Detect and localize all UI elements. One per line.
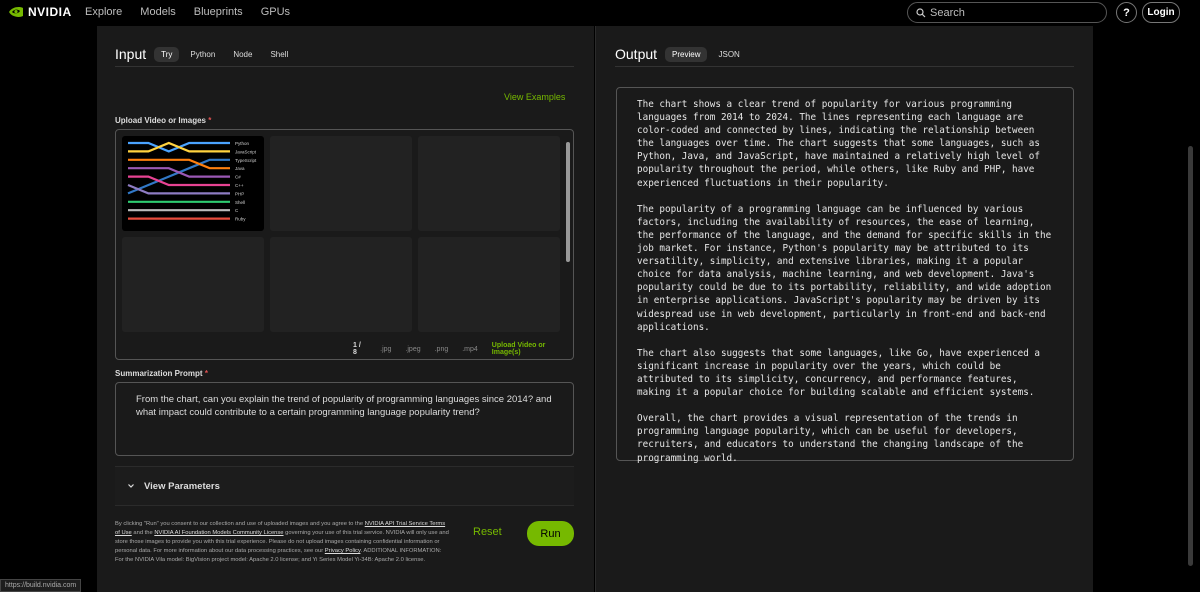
output-panel: Output Preview JSON The chart shows a cl… (595, 26, 1093, 592)
view-parameters-label: View Parameters (144, 480, 220, 492)
run-button[interactable]: Run (527, 521, 574, 546)
format-png: .png (434, 345, 449, 353)
nav-blueprints[interactable]: Blueprints (194, 6, 243, 18)
required-mark: * (204, 369, 208, 378)
upload-dropzone[interactable]: Python JavaScript TypeScript Java C# C++ PHP Sh… (115, 129, 574, 360)
page-count: 1 / 8 (353, 342, 361, 356)
required-mark: * (208, 116, 212, 125)
tab-shell[interactable]: Shell (263, 47, 295, 62)
search-input[interactable] (930, 6, 1100, 19)
thumbnail-legend-label: Shell (235, 200, 245, 205)
thumbnail-line (128, 167, 230, 178)
format-mp4: .mp4 (462, 345, 478, 353)
view-parameters-toggle[interactable]: View Parameters (115, 466, 574, 506)
upload-footer: 1 / 8 .jpg .jpeg .png .mp4 Upload Video … (353, 342, 573, 356)
image-slot[interactable] (122, 237, 264, 332)
output-header-divider (615, 66, 1074, 67)
thumbnail-legend-label: Python (235, 141, 250, 146)
nav-gpus[interactable]: GPUs (261, 6, 290, 18)
output-paragraph: Overall, the chart provides a visual rep… (637, 413, 1024, 464)
status-url: https://build.nvidia.com (0, 579, 82, 592)
image-slot[interactable] (418, 136, 560, 231)
input-panel: Input Try Python Node Shell View Example… (97, 26, 594, 592)
privacy-policy-link[interactable]: Privacy Policy (325, 548, 361, 554)
nvidia-eye-icon (9, 7, 23, 17)
chart-thumbnail: Python JavaScript TypeScript Java C# C++ PHP Sh… (127, 141, 257, 222)
legal-notice: By clicking "Run" you consent to our col… (115, 521, 449, 563)
thumbnail-legend-label: JavaScript (235, 149, 257, 154)
chevron-down-icon (128, 484, 134, 488)
thumbnail-legend-label: C# (235, 175, 241, 180)
image-slot[interactable] (418, 237, 560, 332)
image-slot[interactable] (270, 136, 412, 231)
grid-scrollbar[interactable] (565, 136, 571, 326)
output-paragraph: The chart also suggests that some langua… (637, 347, 1040, 399)
thumbnail-legend-label: Java (235, 166, 245, 171)
input-title: Input (115, 46, 147, 62)
tab-try[interactable]: Try (154, 46, 180, 62)
thumbnail-legend-label: C (235, 208, 239, 213)
tab-python[interactable]: Python (183, 47, 222, 62)
nav-models[interactable]: Models (140, 6, 175, 18)
nvidia-logo[interactable]: NVIDIA (8, 5, 72, 19)
format-jpeg: .jpeg (405, 345, 421, 353)
output-title: Output (615, 46, 658, 62)
thumbnail-legend-label: PHP (235, 191, 244, 196)
tab-preview[interactable]: Preview (665, 46, 708, 62)
tab-node[interactable]: Node (226, 47, 259, 62)
upload-label: Upload Video or Images * (115, 116, 212, 125)
page-right-margin (1093, 26, 1200, 592)
upload-button[interactable]: Upload Video or Image(s) (492, 342, 573, 356)
search-box[interactable] (907, 2, 1107, 23)
thumbnail-legend-label: TypeScript (235, 158, 257, 163)
scrollbar-thumb[interactable] (566, 142, 570, 262)
thumbnail-legend-label: Ruby (235, 217, 246, 222)
thumbnail-line (128, 175, 230, 187)
top-nav: NVIDIA Explore Models Blueprints GPUs ? … (0, 0, 1200, 26)
thumbnail-line (128, 158, 230, 170)
format-jpg: .jpg (380, 345, 392, 353)
reset-button[interactable]: Reset (473, 526, 502, 538)
uploaded-image-thumbnail[interactable]: Python JavaScript TypeScript Java C# C++ PHP Sh… (122, 136, 264, 231)
thumbnail-line (128, 141, 230, 153)
prompt-textarea[interactable]: From the chart, can you explain the tren… (115, 382, 574, 456)
output-paragraph: The popularity of a programming language… (637, 203, 1052, 333)
thumbnail-legend-label: C++ (235, 183, 244, 188)
community-license-link[interactable]: NVIDIA AI Foundation Models Community Li… (154, 530, 283, 536)
image-slot[interactable] (270, 237, 412, 332)
output-paragraph: The chart shows a clear trend of popular… (637, 99, 1040, 189)
search-icon (916, 7, 926, 17)
view-examples-link[interactable]: View Examples (504, 92, 565, 102)
input-header-divider (115, 66, 574, 67)
tab-json[interactable]: JSON (711, 47, 746, 62)
nav-explore[interactable]: Explore (85, 6, 122, 18)
brand-name: NVIDIA (28, 5, 72, 19)
output-preview: The chart shows a clear trend of popular… (616, 87, 1074, 464)
image-grid: Python JavaScript TypeScript Java C# C++ PHP Sh… (122, 136, 560, 332)
login-button[interactable]: Login (1142, 2, 1180, 23)
prompt-label: Summarization Prompt * (115, 369, 208, 378)
page-scrollbar[interactable] (1188, 146, 1193, 566)
help-button[interactable]: ? (1116, 2, 1137, 23)
